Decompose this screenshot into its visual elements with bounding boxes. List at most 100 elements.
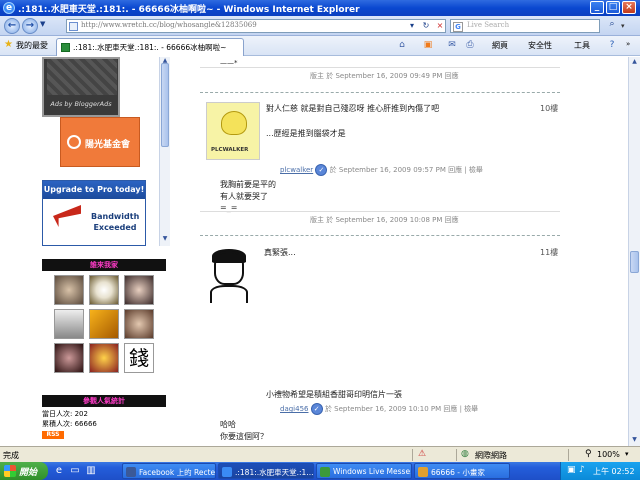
comment-divider	[200, 92, 560, 93]
zoom-panel[interactable]: ⚲ 100% ▾	[568, 449, 638, 461]
feeds-icon[interactable]: ▣	[422, 39, 434, 51]
comment-meta: dagi456 ✓ 於 September 16, 2009 10:10 PM …	[280, 403, 478, 415]
task-label: Windows Live Messe...	[333, 467, 412, 476]
owner-reply: 哈哈	[220, 420, 236, 429]
bandwidth-text: Bandwidth Exceeded	[91, 212, 140, 232]
commenter-avatar[interactable]: PLCWALKER	[206, 102, 260, 160]
commenter-avatar[interactable]	[206, 247, 260, 305]
ads-caption[interactable]: Ads by BloggerAds	[44, 100, 118, 108]
search-input[interactable]: G Live Search	[450, 19, 600, 33]
taskbar-item-facebook[interactable]: Facebook 上的 Recte...	[122, 463, 216, 479]
floor-number: 11樓	[540, 248, 559, 257]
commenter-name[interactable]: plcwalker	[280, 166, 313, 174]
minimize-button[interactable]: _	[590, 1, 604, 14]
comment-meta: plcwalker ✓ 於 September 16, 2009 09:57 P…	[280, 164, 483, 176]
owner-reply: 你要這個阿？	[220, 432, 268, 441]
taskbar: 開始 e ▭ ▥ Facebook 上的 Recte... .:181:.水肥車…	[0, 462, 640, 480]
floor-number: 10樓	[540, 104, 559, 113]
tab-current[interactable]: .:181:.水肥車天堂.:181:. - 66666冰柚啊啦~	[56, 38, 244, 56]
rss-button[interactable]: RSS	[42, 431, 64, 439]
zoom-level[interactable]: 100%	[597, 450, 620, 459]
close-button[interactable]: ×	[622, 1, 636, 14]
address-bar[interactable]: http://www.wretch.cc/blog/whosangle&1283…	[66, 19, 446, 33]
visitors-title: 誰來我家	[42, 259, 166, 271]
ad-image[interactable]	[47, 59, 117, 95]
upgrade-pro-banner[interactable]: Upgrade to Pro today! Bandwidth Exceeded	[42, 180, 146, 246]
visitor-avatar[interactable]	[89, 309, 119, 339]
start-button[interactable]: 開始	[0, 462, 48, 480]
address-dropdown-icon[interactable]: ▾	[406, 19, 418, 33]
search-options-icon[interactable]: ▾	[621, 19, 631, 33]
upgrade-header: Upgrade to Pro today!	[43, 181, 145, 199]
zoom-icon: ⚲	[585, 449, 592, 459]
globe-icon: ◍	[461, 449, 469, 459]
sidebar-scroll-thumb[interactable]	[161, 63, 169, 147]
visitor-avatar[interactable]	[89, 275, 119, 305]
system-tray: ▣ ♪ 上午 02:52	[560, 462, 640, 480]
stop-button[interactable]: ×	[434, 19, 446, 33]
visitor-avatar[interactable]	[124, 309, 154, 339]
ad-box[interactable]: Ads by BloggerAds	[42, 57, 120, 117]
sun-logo-icon	[67, 135, 81, 149]
avatar-body	[210, 285, 248, 303]
taskbar-item-paint[interactable]: 66666 - 小畫家	[414, 463, 510, 479]
history-dropdown-icon[interactable]: ▼	[40, 20, 45, 28]
volume-icon[interactable]: ♪	[579, 465, 585, 475]
reply-meta: 版主 於 September 16, 2009 09:49 PM 回應	[310, 72, 459, 80]
task-label: .:181:.水肥車天堂.:1...	[235, 468, 314, 477]
scroll-down-icon[interactable]: ▼	[161, 235, 169, 243]
today-visits: 當日人次: 202	[42, 409, 88, 419]
scroll-down-icon[interactable]: ▼	[630, 435, 639, 445]
address-url[interactable]: http://www.wretch.cc/blog/whosangle&1283…	[81, 21, 257, 29]
favorites-star-icon[interactable]: ★	[4, 39, 13, 50]
page-scrollbar[interactable]: ▲ ▼	[628, 57, 640, 446]
visitor-avatar[interactable]: 錢	[124, 343, 154, 373]
window-title: .:181:.水肥車天堂.:181:. - 66666冰柚啊啦~ - Windo…	[18, 5, 360, 15]
desktop-quicklaunch-icon[interactable]: ▭	[68, 464, 82, 478]
refresh-button[interactable]: ↻	[420, 19, 432, 33]
safety-menu[interactable]: 安全性	[528, 40, 552, 51]
scroll-up-icon[interactable]: ▲	[630, 57, 639, 67]
taskbar-item-messenger[interactable]: Windows Live Messe...	[316, 463, 412, 479]
facebook-icon	[126, 467, 136, 477]
previous-reply-text: ——*	[220, 59, 238, 67]
search-placeholder: Live Search	[467, 21, 510, 29]
comment-text: ...歷經是推到腦袋才是	[266, 129, 346, 138]
sidebar-scrollbar[interactable]: ▲ ▼	[159, 57, 170, 246]
print-icon[interactable]: ⎙	[464, 39, 476, 51]
comment-text: 小禮物希望是積組香甜哥印明信片一張	[266, 390, 402, 399]
search-go-button[interactable]: ⌕	[604, 19, 620, 33]
comment-meta-text: 於 September 16, 2009 09:57 PM 回應 | 檢舉	[329, 166, 483, 174]
favorites-label[interactable]: 我的最愛	[16, 40, 48, 51]
back-button[interactable]: ←	[4, 18, 20, 34]
sun-foundation-banner[interactable]: 陽光基金會	[60, 117, 140, 167]
visitor-avatar[interactable]	[54, 343, 84, 373]
tools-menu[interactable]: 工具	[574, 40, 590, 51]
ie-quicklaunch-icon[interactable]: e	[52, 464, 66, 478]
title-bar: e .:181:.水肥車天堂.:181:. - 66666冰柚啊啦~ - Win…	[0, 0, 640, 16]
visitor-avatar[interactable]	[124, 275, 154, 305]
commenter-name[interactable]: dagi456	[280, 405, 308, 413]
page-favicon-icon	[61, 43, 70, 52]
visitor-avatar[interactable]	[54, 309, 84, 339]
zoom-dropdown-icon[interactable]: ▾	[625, 450, 629, 458]
comment-text: 真緊張...	[264, 248, 296, 257]
help-icon[interactable]: ?	[606, 39, 618, 51]
more-commands-icon[interactable]: »	[626, 40, 630, 48]
explorer-quicklaunch-icon[interactable]: ▥	[84, 464, 98, 478]
divider	[200, 67, 560, 68]
popup-blocker-icon[interactable]: ⚠	[418, 449, 426, 459]
visitor-avatar[interactable]	[89, 343, 119, 373]
maximize-button[interactable]: □	[606, 1, 620, 14]
taskbar-item-ie[interactable]: .:181:.水肥車天堂.:1...	[218, 463, 314, 479]
page-content: Ads by BloggerAds 陽光基金會 Upgrade to Pro t…	[0, 57, 640, 446]
mail-icon[interactable]: ✉	[446, 39, 458, 51]
page-scroll-thumb[interactable]	[630, 251, 639, 273]
home-icon[interactable]: ⌂	[396, 39, 408, 51]
page-menu[interactable]: 網頁	[492, 40, 508, 51]
network-icon[interactable]: ▣	[567, 465, 576, 475]
divider	[200, 211, 560, 212]
forward-button[interactable]: →	[22, 18, 38, 34]
visitor-avatar[interactable]	[54, 275, 84, 305]
zone-panel: ◍ 網際網路	[456, 449, 556, 461]
